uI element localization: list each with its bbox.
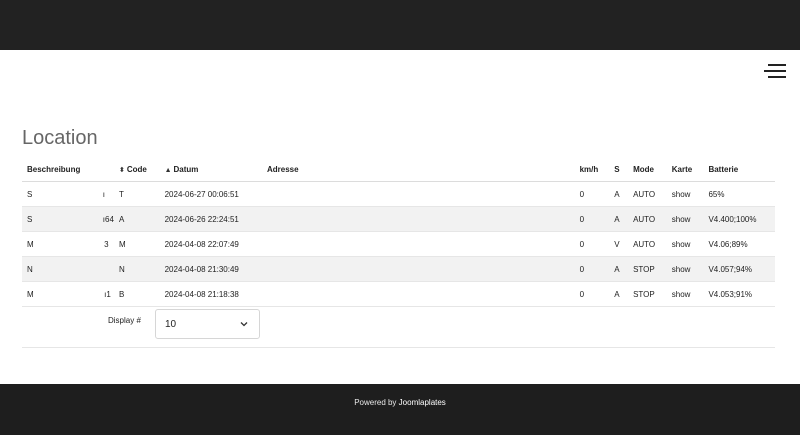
cell-adresse [261,206,575,232]
cell-s: A [609,181,629,207]
cell-batterie: V4.400;100% [703,206,775,232]
cell-adresse [261,256,575,282]
table-row[interactable]: S ı T 2024-06-27 00:06:51 0 A AUTO show … [22,181,775,207]
show-map-link[interactable]: show [666,256,704,282]
cell-code: M [113,231,160,257]
column-header-s[interactable]: S [609,157,629,182]
cell-datum: 2024-04-08 21:18:38 [159,281,262,307]
cell-code: T [113,181,160,207]
cell-adresse [261,281,575,307]
cell-code: B [113,281,160,307]
cell-batterie: 65% [703,181,775,207]
cell-s: V [609,231,629,257]
cell-beschreibung: N [22,256,114,282]
footer-credit: Powered by Joomlaplates [0,398,800,407]
display-count-value: 10 [165,319,177,330]
cell-datum: 2024-04-08 21:30:49 [159,256,262,282]
pagination-footer: Display # 10 [22,304,775,348]
cell-batterie: V4.053;91% [703,281,775,307]
location-table: Beschreibung ⬍ Code ▲ Datum Adresse km/h S… [22,157,775,307]
column-header-karte[interactable]: Karte [666,157,704,182]
footer-link[interactable]: Joomlaplates [399,398,446,407]
cell-s: A [609,281,629,307]
column-header-batterie[interactable]: Batterie [703,157,775,182]
cell-beschreibung: M ı1 [22,281,114,307]
column-header-adresse[interactable]: Adresse [261,157,575,182]
cell-kmh: 0 [574,206,610,232]
table-row[interactable]: S ı64 A 2024-06-26 22:24:51 0 A AUTO sho… [22,206,775,232]
cell-code: A [113,206,160,232]
cell-adresse [261,231,575,257]
cell-beschreibung: S ı64 [22,206,114,232]
cell-datum: 2024-06-27 00:06:51 [159,181,262,207]
page-title: Location [22,127,98,149]
show-map-link[interactable]: show [666,281,704,307]
hamburger-menu-icon[interactable] [764,64,786,80]
chevron-down-icon [240,322,248,327]
display-count-select[interactable]: 10 [155,309,260,339]
cell-beschreibung: M 3 [22,231,114,257]
cell-kmh: 0 [574,256,610,282]
footer-prefix: Powered by [354,398,397,407]
cell-mode: AUTO [628,231,667,257]
cell-kmh: 0 [574,181,610,207]
show-map-link[interactable]: show [666,231,704,257]
cell-datum: 2024-06-26 22:24:51 [159,206,262,232]
cell-beschreibung: S ı [22,181,114,207]
cell-s: A [609,206,629,232]
cell-mode: AUTO [628,181,667,207]
column-header-mode[interactable]: Mode [628,157,667,182]
cell-s: A [609,256,629,282]
cell-mode: STOP [628,256,667,282]
cell-code: N [113,256,160,282]
top-navbar [0,0,800,50]
cell-batterie: V4.057;94% [703,256,775,282]
cell-datum: 2024-04-08 22:07:49 [159,231,262,257]
sort-icon: ⬍ [118,166,125,174]
table-header-row: Beschreibung ⬍ Code ▲ Datum Adresse km/h S… [22,157,775,182]
cell-adresse [261,181,575,207]
table-row[interactable]: M ı1 B 2024-04-08 21:18:38 0 A STOP show… [22,281,775,307]
cell-kmh: 0 [574,231,610,257]
table-row[interactable]: M 3 M 2024-04-08 22:07:49 0 V AUTO show … [22,231,775,257]
column-header-beschreibung[interactable]: Beschreibung [22,157,114,182]
column-header-code[interactable]: ⬍ Code [113,157,160,182]
show-map-link[interactable]: show [666,206,704,232]
sort-ascending-icon: ▲ [164,166,172,174]
column-header-kmh[interactable]: km/h [574,157,610,182]
cell-mode: STOP [628,281,667,307]
cell-kmh: 0 [574,281,610,307]
site-footer: Powered by Joomlaplates [0,384,800,435]
show-map-link[interactable]: show [666,181,704,207]
column-header-datum[interactable]: ▲ Datum [159,157,262,182]
cell-batterie: V4.06;89% [703,231,775,257]
display-count-label: Display # [108,316,141,325]
cell-mode: AUTO [628,206,667,232]
table-row[interactable]: N N 2024-04-08 21:30:49 0 A STOP show V4… [22,256,775,282]
